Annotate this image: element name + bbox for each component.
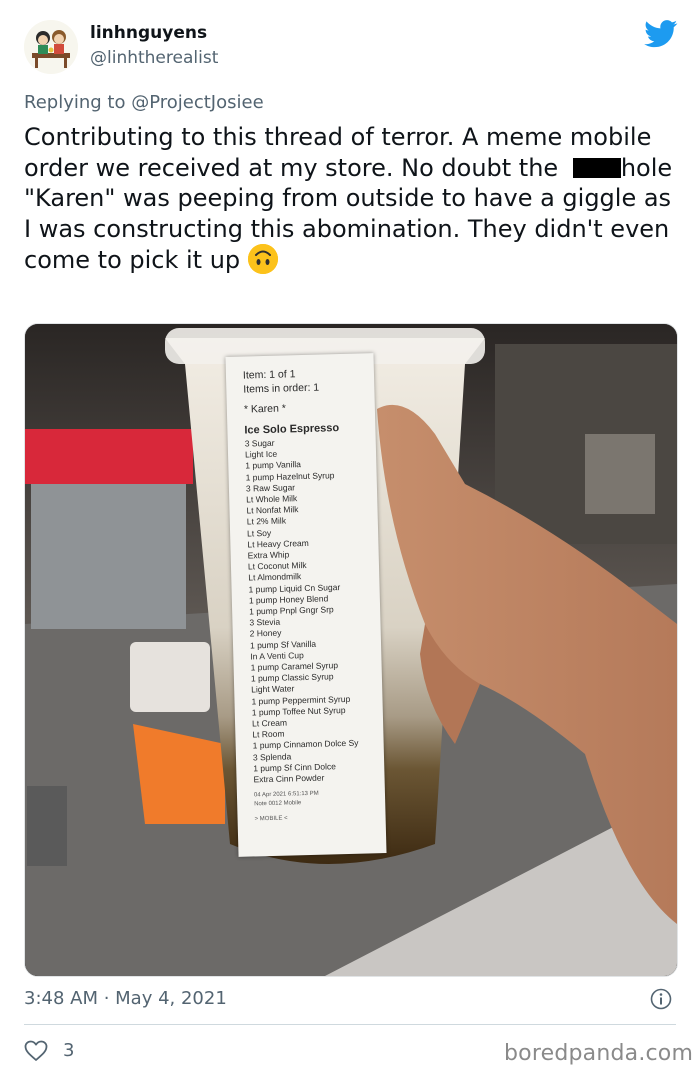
receipt-text: Item: 1 of 1 Items in order: 1 * Karen *… <box>243 365 383 824</box>
footer-divider <box>24 1024 676 1025</box>
tweet-timestamp[interactable]: 3:48 AM · May 4, 2021 <box>24 988 227 1009</box>
heart-icon[interactable] <box>24 1040 48 1062</box>
receipt-customer-name: * Karen * <box>243 402 287 416</box>
tweet-text-part-1: Contributing to this thread of terror. A… <box>24 123 652 182</box>
author-name[interactable]: linhnguyens <box>90 22 218 44</box>
watermark: boredpanda.com <box>504 1041 694 1066</box>
like-count: 3 <box>63 1040 75 1061</box>
avatar[interactable] <box>24 20 78 74</box>
receipt-modifier-list: 3 Sugar Light Ice 1 pump Vanilla 1 pump Haz… <box>245 435 382 786</box>
receipt-items-in-order: Items in order: 1 <box>243 381 320 396</box>
order-receipt-sticker: Item: 1 of 1 Items in order: 1 * Karen *… <box>225 353 387 857</box>
author-block: linhnguyens @linhtherealist <box>90 22 218 70</box>
reply-context: Replying to @ProjectJosiee <box>24 92 264 113</box>
reply-mention-link[interactable]: @ProjectJosiee <box>131 92 263 113</box>
reply-prefix: Replying to <box>24 92 132 113</box>
upside-down-face-emoji <box>247 244 278 274</box>
receipt-footer-note: Note 0012 Mobile <box>254 800 302 808</box>
receipt-mobile-label: > MOBILE < <box>254 815 288 823</box>
redaction-bar <box>572 157 621 178</box>
info-icon[interactable] <box>650 988 672 1010</box>
receipt-modifier-line: Extra Cinn Powder <box>253 772 325 785</box>
tweet-card: linhnguyens @linhtherealist Replying to … <box>0 0 700 1079</box>
tweet-text: Contributing to this thread of terror. A… <box>24 122 684 276</box>
twitter-bird-icon[interactable] <box>644 20 678 48</box>
author-handle[interactable]: @linhtherealist <box>90 46 218 70</box>
